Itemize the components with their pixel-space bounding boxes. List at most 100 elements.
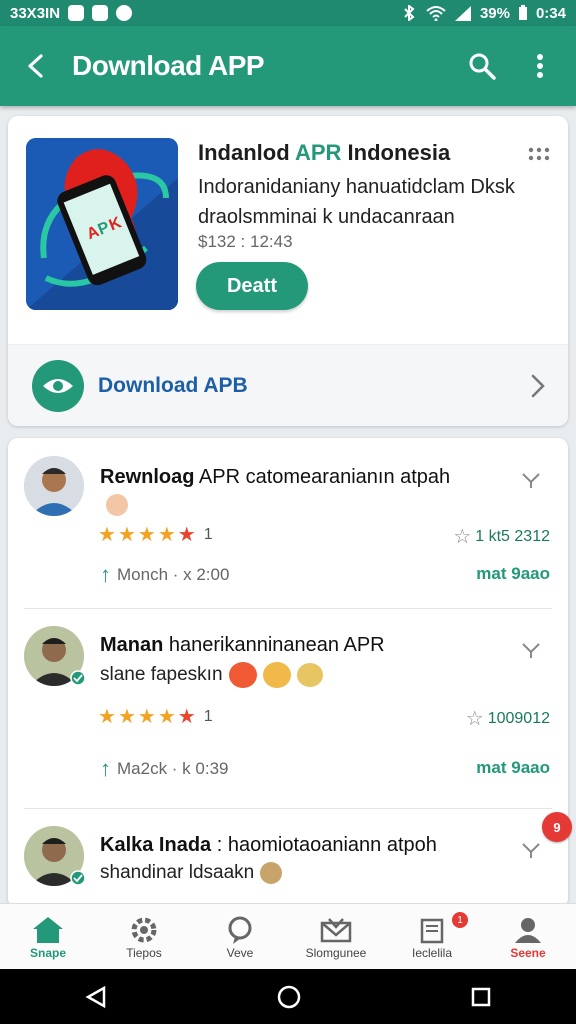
app-description: Indoranidaniany hanuatidclam Dksk draols…	[198, 176, 515, 228]
emoji-icon	[106, 494, 128, 516]
reply-link[interactable]: mat 9aao	[476, 758, 550, 778]
battery-percent: 39%	[479, 4, 510, 22]
review-author-rest: APR catomearanianın atpah	[194, 466, 451, 488]
expand-icon[interactable]	[520, 838, 542, 860]
overflow-menu-button[interactable]	[520, 46, 560, 86]
app-bar: Download APP	[0, 26, 576, 106]
reply-link[interactable]: mat 9aao	[476, 564, 550, 584]
nav-label: Snape	[29, 945, 66, 960]
review-author-bold: Manan	[100, 634, 164, 656]
page-title: Download APP	[72, 50, 265, 81]
back-button[interactable]	[0, 26, 72, 106]
nav-badge: 1	[452, 912, 468, 928]
nav-item-chat[interactable]: Veve	[192, 904, 288, 969]
review-subline: slane fapeskın	[100, 662, 323, 688]
vote-count-text: 1009012	[487, 709, 550, 727]
nav-item-profile[interactable]: Seene	[480, 904, 576, 969]
nav-label: Veve	[226, 945, 254, 960]
star-icon: ★	[157, 706, 176, 728]
inbox-icon	[320, 917, 352, 942]
chevron-right-icon	[531, 374, 545, 397]
notification-badge[interactable]: 9	[542, 812, 572, 842]
status-left-text: 33X3IN	[10, 4, 61, 22]
review-author: Manan hanerikanninanean APR	[100, 634, 385, 657]
chat-bubble-icon	[116, 5, 133, 21]
app-title: Indanlod APR Indonesia	[198, 140, 450, 166]
phone-illustration-icon: A P K	[26, 138, 178, 310]
battery-icon	[518, 5, 527, 20]
app-title-suffix: Indonesia	[341, 140, 451, 165]
nav-label: Tiepos	[126, 945, 162, 960]
rating-count: 1	[203, 707, 213, 725]
nav-item-home[interactable]: Snape	[0, 904, 96, 969]
star-outline-icon: ☆	[453, 526, 472, 548]
arrow-up-icon: ↑	[100, 562, 111, 587]
arrow-left-icon	[28, 54, 43, 78]
app-icon[interactable]: A P K	[26, 138, 178, 310]
nav-item-settings[interactable]: Tiepos	[96, 904, 192, 969]
review-subline-text: shandinar ldsaakn	[100, 862, 255, 883]
review-author: Rewnloag APR catomearanianın atpah	[100, 466, 450, 489]
nav-label: Slomgunee	[305, 945, 367, 960]
star-icon: ★	[177, 524, 196, 546]
download-label: Download APB	[98, 373, 248, 397]
expand-icon[interactable]	[520, 468, 542, 490]
review-subline-text: slane fapeskın	[100, 664, 223, 685]
emoji-icon	[260, 862, 283, 884]
star-icon: ★	[157, 524, 176, 546]
emoji-icon	[228, 662, 257, 688]
signal-icon	[454, 6, 471, 21]
app-title-prefix: Indanlod	[198, 140, 295, 165]
nav-item-inbox[interactable]: Slomgunee	[288, 904, 384, 969]
more-options-icon[interactable]	[528, 146, 550, 162]
verified-badge-icon	[70, 670, 86, 686]
more-vertical-icon	[537, 54, 543, 78]
recents-square-icon[interactable]	[470, 986, 492, 1008]
profile-icon	[515, 917, 541, 943]
emoji-icon	[296, 663, 323, 687]
download-row[interactable]: Download APB	[8, 344, 568, 426]
settings-icon	[131, 917, 157, 942]
app-header: A P K Indanlod APR Indonesia Indoranidan…	[8, 116, 568, 344]
review-subline: shandinar ldsaakn	[100, 862, 283, 884]
app-card: A P K Indanlod APR Indonesia Indoranidan…	[8, 116, 568, 426]
star-icon: ★	[137, 524, 156, 546]
rating-stars: ★ ★ ★ ★ ★ 1	[98, 522, 213, 547]
status-bar: 33X3IN 39% 0:34	[0, 0, 576, 26]
nav-label: Ieclelila	[411, 945, 453, 960]
get-button[interactable]: Deatt	[196, 262, 308, 310]
star-icon: ★	[137, 706, 156, 728]
rating-count: 1	[203, 525, 213, 543]
avatar[interactable]	[24, 456, 84, 516]
review-author-rest: hanerikanninanean APR	[163, 634, 385, 656]
reviews-card: Rewnloag APR catomearanianın atpah ★ ★ ★…	[8, 438, 568, 908]
nav-item-notes[interactable]: 1 Ieclelila	[384, 904, 480, 969]
star-icon: ★	[117, 524, 136, 546]
review-author-bold: Rewnloag	[100, 466, 195, 488]
review-author-bold: Kalka Inada	[100, 834, 212, 856]
star-icon: ★	[177, 706, 196, 728]
nav-label: Seene	[510, 945, 546, 960]
home-icon	[33, 916, 63, 943]
review-item: Rewnloag APR catomearanianın atpah ★ ★ ★…	[8, 438, 568, 608]
vote-count[interactable]: ☆ 1 kt5 2312	[453, 524, 550, 549]
rating-stars: ★ ★ ★ ★ ★ 1	[98, 704, 213, 729]
notes-icon	[420, 918, 444, 943]
review-item: Kalka Inada : haomiotaoaniann atpoh shan…	[8, 808, 568, 908]
app-price: $132 : 12:43	[198, 232, 293, 251]
message-icon	[68, 5, 85, 21]
review-item: Manan hanerikanninanean APR slane fapesk…	[8, 608, 568, 808]
bluetooth-icon	[404, 5, 415, 21]
review-meta-text: Ma2ck · k 0:39	[117, 759, 229, 778]
eye-icon	[43, 378, 73, 393]
star-icon: ★	[98, 706, 116, 728]
home-circle-icon[interactable]	[276, 984, 302, 1010]
search-button[interactable]	[462, 46, 502, 86]
vote-count[interactable]: ☆ 1009012	[466, 706, 550, 731]
search-icon	[469, 53, 496, 80]
back-triangle-icon[interactable]	[84, 985, 108, 1009]
expand-icon[interactable]	[520, 638, 542, 660]
download-badge	[32, 359, 84, 412]
vote-count-text: 1 kt5 2312	[475, 527, 550, 545]
review-meta: ↑ Monch · x 2:00	[100, 562, 229, 588]
